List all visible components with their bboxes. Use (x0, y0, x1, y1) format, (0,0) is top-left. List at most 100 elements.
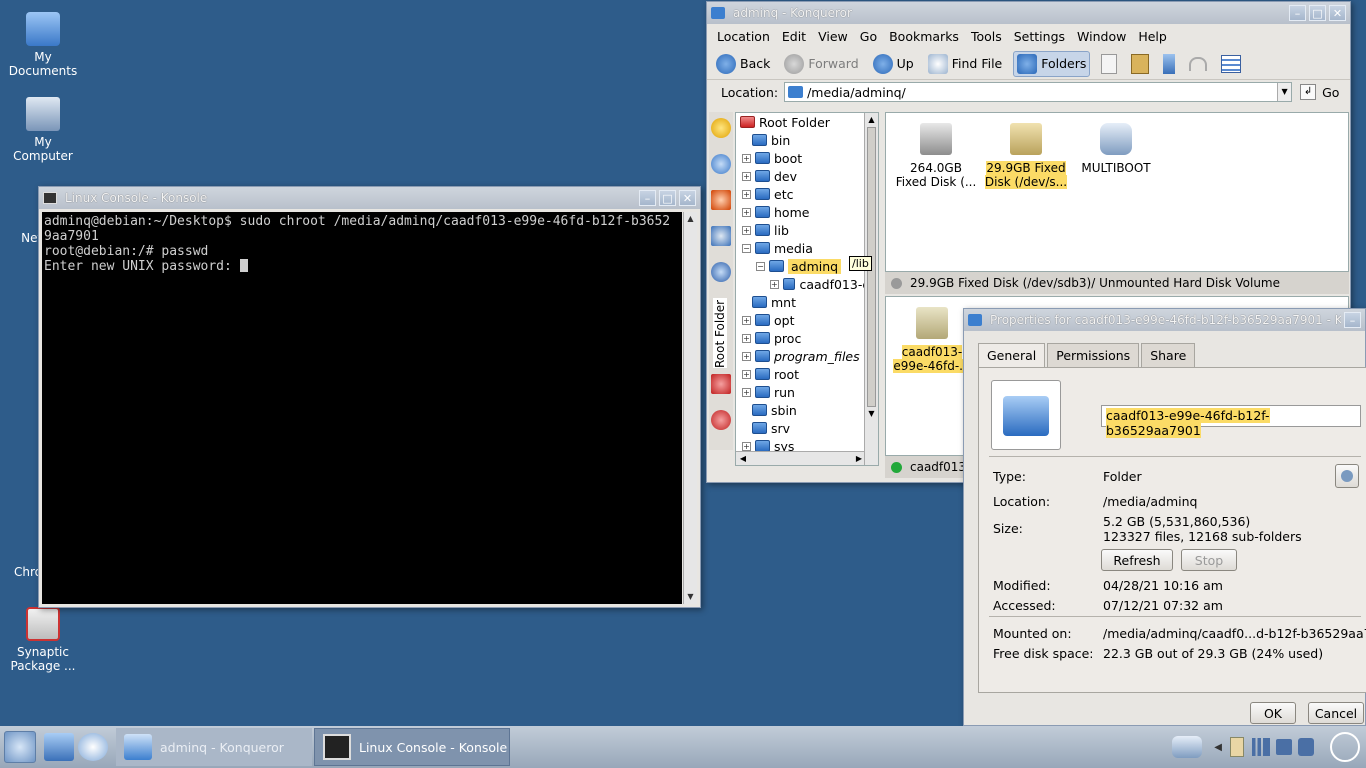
sidebar-tab-root-folder[interactable]: Root Folder (713, 298, 727, 368)
tree-vertical-scrollbar[interactable]: ▲ ▼ (864, 113, 878, 465)
tree-node[interactable]: Root Folder (736, 113, 878, 131)
expand-icon[interactable]: + (742, 441, 751, 451)
tree-node[interactable]: + proc (736, 329, 878, 347)
services-icon[interactable] (711, 262, 731, 282)
file-icon-view[interactable]: 264.0GB Fixed Disk (... 29.9GB Fixed Dis… (885, 112, 1349, 272)
clock-icon[interactable] (1330, 732, 1360, 762)
edit-type-button[interactable] (1335, 464, 1359, 488)
tree-node[interactable]: bin (736, 131, 878, 149)
expand-icon[interactable]: + (742, 315, 751, 325)
tree-node[interactable]: − media (736, 239, 878, 257)
folder-tree[interactable]: Root Folder bin + boot + dev + etc + home + lib − med… (735, 112, 879, 466)
klipper-icon[interactable] (1230, 737, 1244, 757)
menu-help[interactable]: Help (1138, 29, 1167, 44)
start-menu-button[interactable] (4, 731, 36, 763)
scroll-up-arrow[interactable]: ▲ (684, 212, 697, 226)
properties-titlebar[interactable]: Properties for caadf013-e99e-46fd-b12f-b… (964, 309, 1365, 331)
expand-icon[interactable]: + (742, 189, 751, 199)
chevron-left-icon[interactable]: ◀ (1214, 742, 1222, 753)
history-icon[interactable] (711, 154, 731, 174)
minimize-button[interactable]: – (1289, 5, 1306, 21)
expand-icon[interactable]: + (742, 351, 751, 361)
tree-node[interactable]: + boot (736, 149, 878, 167)
tree-node[interactable]: + lib (736, 221, 878, 239)
tree-node[interactable]: + dev (736, 167, 878, 185)
quicklaunch-icon[interactable] (44, 733, 74, 761)
power-icon[interactable] (1298, 738, 1314, 756)
menu-edit[interactable]: Edit (782, 29, 806, 44)
konqueror-titlebar[interactable]: adminq - Konqueror – □ ✕ (707, 2, 1350, 24)
task-konsole[interactable]: Linux Console - Konsole (314, 728, 510, 766)
file-item-29gb-disk[interactable]: 29.9GB Fixed Disk (/dev/s... (984, 117, 1068, 189)
desktop-icon-my-documents[interactable]: My Documents (3, 12, 83, 78)
tab-share[interactable]: Share (1141, 343, 1196, 367)
file-item-multiboot[interactable]: MULTIBOOT (1074, 117, 1158, 175)
ok-button[interactable]: OK (1250, 702, 1296, 724)
find-file-button[interactable]: Find File (925, 51, 1006, 77)
network-signal-icon[interactable] (1252, 738, 1270, 756)
location-input[interactable]: /media/adminq/ ▼ (784, 82, 1293, 102)
terminal-scrollbar[interactable]: ▲ ▼ (683, 212, 697, 604)
expand-icon[interactable]: + (742, 207, 751, 217)
tree-node[interactable]: sbin (736, 401, 878, 419)
minimize-button[interactable]: – (639, 190, 656, 206)
collapse-icon[interactable]: − (756, 261, 765, 271)
close-button[interactable]: ✕ (679, 190, 696, 206)
tree-node[interactable]: + program_files (736, 347, 878, 365)
properties-dialog[interactable]: Properties for caadf013-e99e-46fd-b12f-b… (963, 308, 1366, 726)
refresh-button[interactable]: Refresh (1101, 549, 1173, 571)
stop-button[interactable]: Stop (1181, 549, 1237, 571)
expand-icon[interactable]: + (742, 387, 751, 397)
expand-icon[interactable]: + (742, 171, 751, 181)
pin-icon[interactable] (711, 410, 731, 430)
expand-icon[interactable]: + (770, 279, 779, 289)
tree-node[interactable]: + root (736, 365, 878, 383)
tree-horizontal-scrollbar[interactable]: ◀ ▶ (736, 451, 866, 465)
tree-node[interactable]: + opt (736, 311, 878, 329)
maximize-button[interactable]: □ (1309, 5, 1326, 21)
menu-window[interactable]: Window (1077, 29, 1126, 44)
view-mode-button[interactable] (1218, 51, 1244, 77)
menu-location[interactable]: Location (717, 29, 770, 44)
go-icon[interactable]: ↲ (1300, 84, 1317, 100)
tree-node[interactable]: + etc (736, 185, 878, 203)
volume-icon[interactable] (1276, 739, 1292, 755)
terminal-output[interactable]: adminq@debian:~/Desktop$ sudo chroot /me… (42, 212, 682, 604)
copy-button[interactable] (1098, 51, 1120, 77)
desktop-icon-synaptic[interactable]: Synaptic Package ... (3, 607, 83, 673)
menu-view[interactable]: View (818, 29, 848, 44)
tree-node[interactable]: mnt (736, 293, 878, 311)
back-button[interactable]: Back (713, 51, 773, 77)
file-item-264gb-disk[interactable]: 264.0GB Fixed Disk (... (894, 117, 978, 189)
close-button[interactable]: ✕ (1329, 5, 1346, 21)
undo-button[interactable] (1186, 51, 1210, 77)
collapse-icon[interactable]: − (742, 243, 751, 253)
tree-node[interactable]: + home (736, 203, 878, 221)
tree-node[interactable]: + run (736, 383, 878, 401)
go-button[interactable]: Go (1322, 85, 1339, 100)
tab-permissions[interactable]: Permissions (1047, 343, 1140, 367)
tree-node[interactable]: + caadf013-e9 (736, 275, 878, 293)
folders-button[interactable]: Folders (1013, 50, 1091, 77)
trash-button[interactable] (1160, 51, 1178, 77)
network-icon[interactable] (711, 226, 731, 246)
quicklaunch-icon[interactable] (78, 733, 108, 761)
menu-go[interactable]: Go (860, 29, 877, 44)
bookmarks-star-icon[interactable] (711, 118, 731, 138)
paste-button[interactable] (1128, 51, 1152, 77)
expand-icon[interactable]: + (742, 369, 751, 379)
cancel-button[interactable]: Cancel (1308, 702, 1364, 724)
minimize-button[interactable]: – (1344, 312, 1361, 328)
konsole-titlebar[interactable]: Linux Console - Konsole – □ ✕ (39, 187, 700, 209)
menu-bookmarks[interactable]: Bookmarks (889, 29, 959, 44)
up-button[interactable]: Up (870, 51, 917, 77)
folder-icon-button[interactable] (991, 380, 1061, 450)
tree-node[interactable]: srv (736, 419, 878, 437)
forward-button[interactable]: Forward (781, 51, 861, 77)
konsole-window[interactable]: Linux Console - Konsole – □ ✕ adminq@deb… (38, 186, 701, 608)
maximize-button[interactable]: □ (659, 190, 676, 206)
root-folder-icon[interactable] (711, 374, 731, 394)
home-icon[interactable] (711, 190, 731, 210)
expand-icon[interactable]: + (742, 225, 751, 235)
tab-general[interactable]: General (978, 343, 1046, 367)
